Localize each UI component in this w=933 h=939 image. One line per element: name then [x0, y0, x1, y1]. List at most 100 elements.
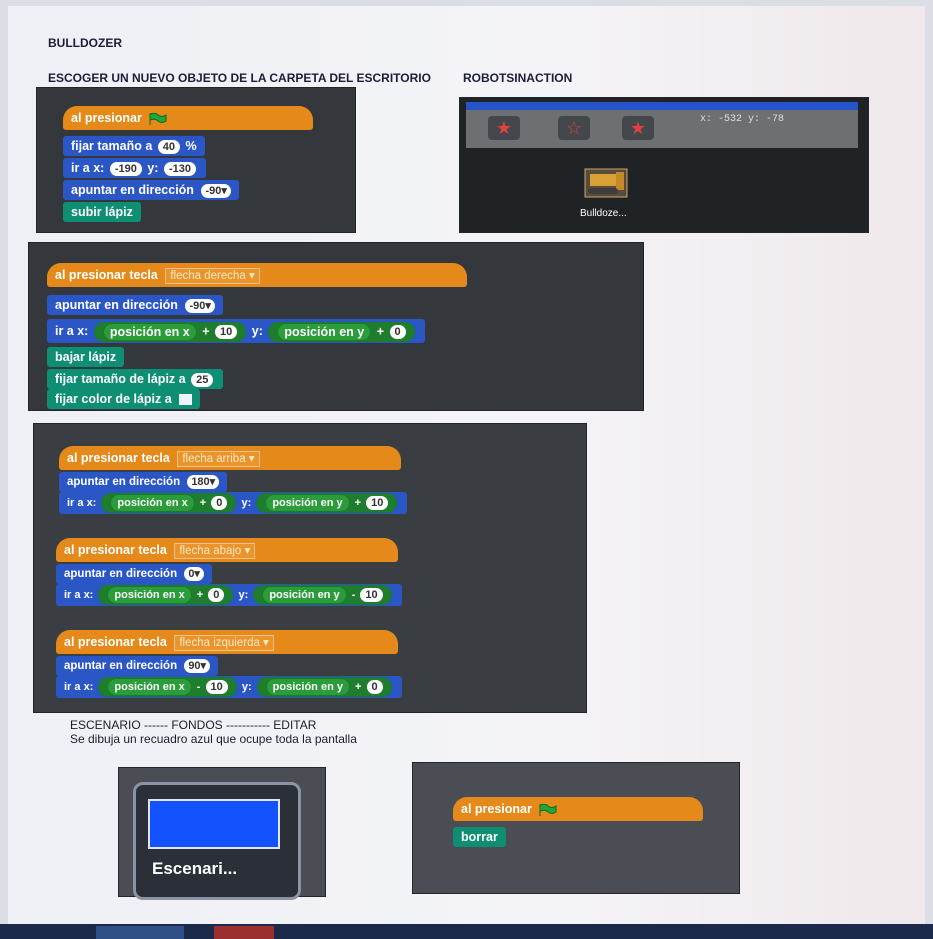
when-key-pressed-block[interactable]: al presionar tecla flecha arriba ▾: [59, 446, 401, 470]
y-add-value[interactable]: 10: [366, 496, 389, 511]
set-size-block[interactable]: fijar tamaño a 40 %: [63, 136, 205, 156]
y-label: y:: [241, 681, 252, 693]
pen-up-label: subir lápiz: [71, 205, 133, 219]
stage-thumbnail-panel: Escenari...: [118, 767, 326, 900]
go-to-label: ir a x:: [55, 324, 89, 338]
key-dropdown[interactable]: flecha derecha ▾: [165, 267, 260, 284]
go-to-xy-block[interactable]: ir a x: posición en x + 0 y: posición en…: [56, 584, 402, 606]
x-expression: posición en x + 0: [98, 585, 234, 606]
when-key-pressed-block[interactable]: al presionar tecla flecha derecha ▾: [47, 263, 467, 287]
pen-color-swatch[interactable]: [179, 394, 193, 406]
y-expression: posición en y + 10: [256, 493, 398, 514]
paint-new-sprite-icon[interactable]: ★: [488, 116, 520, 140]
y-position-reporter[interactable]: posición en y: [265, 678, 350, 697]
y-expression: posición en y - 10: [253, 585, 392, 606]
direction-dropdown[interactable]: -90▾: [201, 183, 231, 198]
stage-instructions: ESCENARIO ------ FONDOS ----------- EDIT…: [70, 718, 317, 732]
clear-block[interactable]: borrar: [453, 827, 506, 847]
x-add-value[interactable]: 0: [208, 588, 225, 603]
size-value[interactable]: 40: [157, 139, 181, 154]
go-to-label: ir a x:: [64, 681, 94, 693]
set-pen-size-block[interactable]: fijar tamaño de lápiz a 25: [47, 369, 224, 389]
y-label: y:: [251, 324, 263, 338]
subtitle-instruction: ESCOGER UN NUEVO OBJETO DE LA CARPETA DE…: [48, 71, 431, 85]
pen-up-block[interactable]: subir lápiz: [63, 202, 141, 222]
y-expression: posición en y + 0: [268, 321, 415, 342]
direction-dropdown[interactable]: 180▾: [187, 474, 220, 489]
pen-down-block[interactable]: bajar lápiz: [47, 347, 125, 367]
x-expression: posición en x + 0: [101, 493, 237, 514]
y-add-value[interactable]: 0: [366, 680, 383, 695]
operator: +: [355, 681, 362, 693]
script-panel-right-arrow: al presionar tecla flecha derecha ▾ apun…: [28, 242, 644, 411]
clear-label: borrar: [461, 830, 498, 844]
x-add-value[interactable]: 0: [211, 496, 228, 511]
x-position-reporter[interactable]: posición en x: [107, 586, 192, 605]
y-position-reporter[interactable]: posición en y: [262, 586, 347, 605]
stage-thumbnail[interactable]: Escenari...: [133, 782, 301, 900]
point-direction-block[interactable]: apuntar en dirección 90▾: [56, 656, 219, 676]
x-expression: posición en x - 10: [98, 677, 237, 698]
go-to-xy-block[interactable]: ir a x: posición en x + 0 y: posición en…: [59, 492, 408, 514]
stage-backdrop-preview: [148, 799, 280, 849]
operator: -: [351, 589, 356, 601]
set-size-label: fijar tamaño a: [71, 139, 153, 153]
hat-label: al presionar tecla: [64, 543, 167, 557]
go-to-label: ir a x:: [67, 497, 97, 509]
sprite-name: Bulldoze...: [580, 208, 627, 219]
x-add-value[interactable]: 10: [215, 324, 238, 339]
taskbar-button-active[interactable]: [214, 926, 274, 939]
direction-dropdown[interactable]: -90▾: [185, 298, 215, 313]
when-key-pressed-block[interactable]: al presionar tecla flecha izquierda ▾: [56, 630, 398, 654]
hat-label: al presionar: [461, 802, 532, 816]
point-direction-block[interactable]: apuntar en dirección -90▾: [47, 295, 223, 315]
stage-description: Se dibuja un recuadro azul que ocupe tod…: [70, 732, 357, 746]
x-position-reporter[interactable]: posición en x: [102, 322, 197, 341]
go-to-label: ir a x:: [64, 589, 94, 601]
direction-label: apuntar en dirección: [64, 660, 178, 672]
x-position-reporter[interactable]: posición en x: [107, 678, 192, 697]
sprite-list-panel: ★ ☆ ★ x: -532 y: -78 Bulldoze...: [459, 97, 869, 233]
direction-label: apuntar en dirección: [55, 298, 178, 312]
hat-label: al presionar tecla: [55, 268, 158, 282]
direction-dropdown[interactable]: 90▾: [184, 658, 211, 673]
point-direction-block[interactable]: apuntar en dirección 180▾: [59, 472, 228, 492]
go-to-xy-block[interactable]: ir a x: posición en x + 10 y: posición e…: [47, 319, 425, 343]
key-dropdown[interactable]: flecha abajo ▾: [174, 542, 256, 559]
point-direction-block[interactable]: apuntar en dirección 0▾: [56, 564, 212, 584]
document-page: BULLDOZER ESCOGER UN NUEVO OBJETO DE LA …: [8, 6, 925, 924]
new-sprite-toolbar: [466, 110, 858, 148]
y-position-reporter[interactable]: posición en y: [265, 494, 350, 513]
direction-dropdown[interactable]: 0▾: [184, 566, 204, 581]
bulldozer-sprite-icon[interactable]: [584, 168, 628, 198]
y-label: y:: [241, 497, 252, 509]
taskbar-button[interactable]: [96, 926, 184, 939]
go-to-xy-block[interactable]: ir a x: posición en x - 10 y: posición e…: [56, 676, 402, 698]
set-pen-color-block[interactable]: fijar color de lápiz a: [47, 389, 201, 409]
pen-down-label: bajar lápiz: [55, 350, 117, 364]
surprise-sprite-icon[interactable]: ★: [622, 116, 654, 140]
point-direction-block[interactable]: apuntar en dirección -90▾: [63, 180, 239, 200]
y-add-value[interactable]: 10: [360, 588, 383, 603]
y-expression: posición en y + 0: [256, 677, 392, 698]
pen-size-value[interactable]: 25: [191, 372, 214, 387]
when-flag-clicked-block[interactable]: al presionar: [63, 106, 313, 130]
key-dropdown[interactable]: flecha arriba ▾: [177, 450, 260, 467]
when-flag-clicked-block[interactable]: al presionar: [453, 797, 703, 821]
x-value[interactable]: -190: [109, 161, 142, 176]
x-add-value[interactable]: 10: [205, 680, 228, 695]
when-key-pressed-block[interactable]: al presionar tecla flecha abajo ▾: [56, 538, 398, 562]
operator: -: [196, 681, 201, 693]
y-value[interactable]: -130: [163, 161, 196, 176]
y-position-reporter[interactable]: posición en y: [277, 322, 372, 341]
go-to-xy-block[interactable]: ir a x: -190 y: -130: [63, 158, 206, 178]
x-position-reporter[interactable]: posición en x: [110, 494, 195, 513]
operator: +: [354, 497, 362, 509]
plus-operator: +: [202, 324, 210, 338]
y-add-value[interactable]: 0: [389, 324, 406, 339]
key-dropdown[interactable]: flecha izquierda ▾: [174, 634, 274, 651]
green-flag-icon: [149, 112, 167, 125]
subtitle-folder: ROBOTSINACTION: [462, 71, 573, 85]
size-unit: %: [185, 139, 197, 153]
choose-sprite-icon[interactable]: ☆: [558, 116, 590, 140]
